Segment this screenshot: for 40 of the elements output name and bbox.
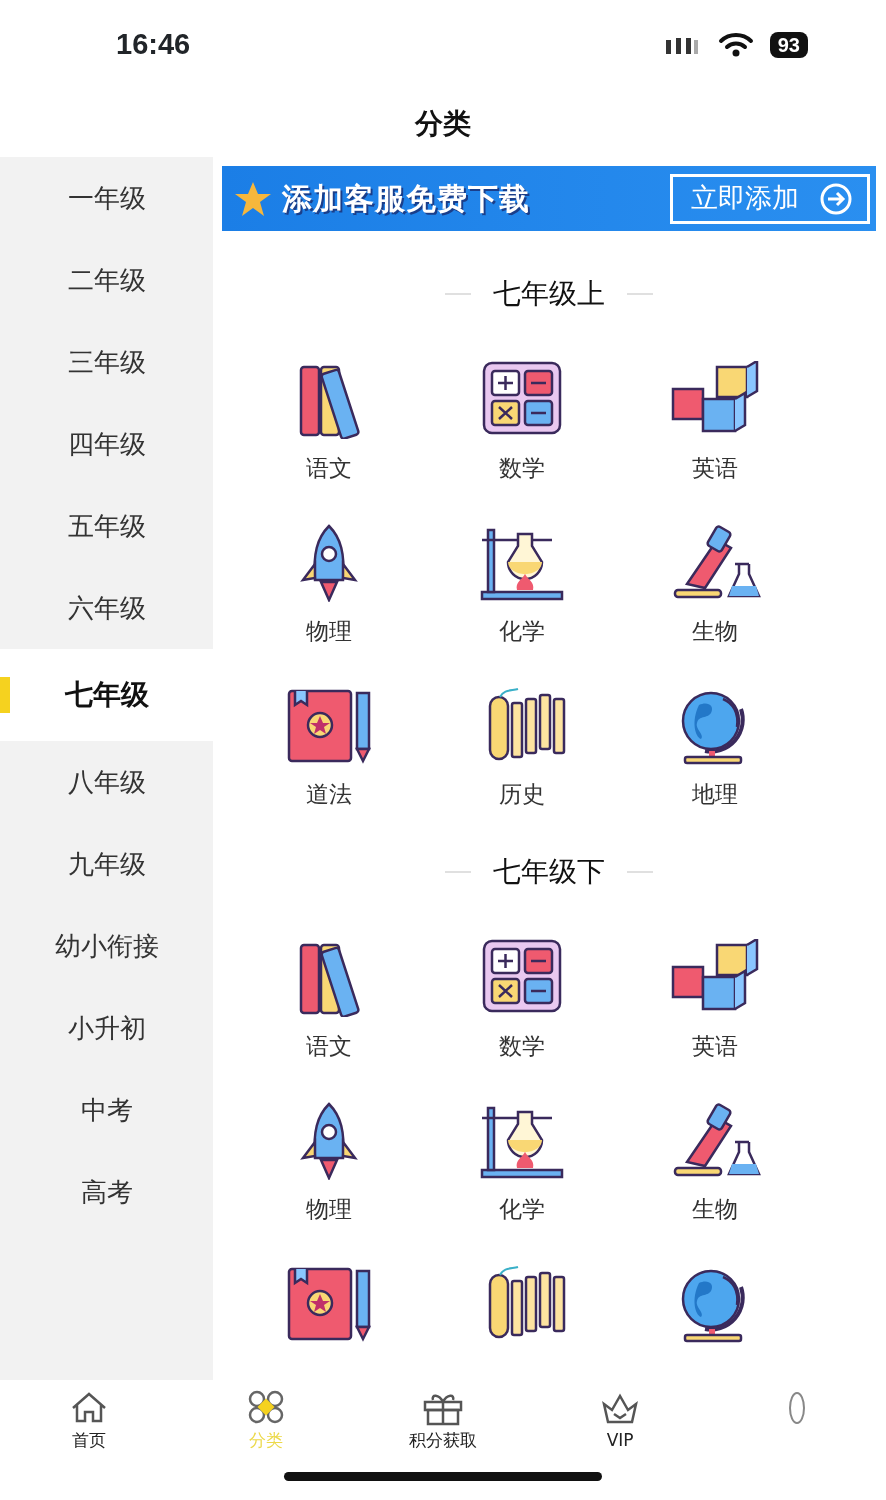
subject-label[interactable]: 语文 xyxy=(305,453,352,483)
subject-label[interactable]: 历史 xyxy=(498,779,545,809)
subject-label[interactable]: 物理 xyxy=(305,616,352,646)
grade-item[interactable]: 一年级 xyxy=(0,157,213,239)
star-icon xyxy=(234,180,272,217)
subject-label[interactable]: 数学 xyxy=(498,453,545,483)
grade-item[interactable]: 四年级 xyxy=(0,403,213,485)
grade-item[interactable]: 幼小衔接 xyxy=(0,905,213,987)
subject-label[interactable]: 物理 xyxy=(305,1194,352,1224)
grade-item[interactable]: 中考 xyxy=(0,1069,213,1151)
subject-label[interactable]: 化学 xyxy=(498,616,545,646)
subject-label[interactable]: 生物 xyxy=(691,1194,738,1224)
grade-item[interactable]: 八年级 xyxy=(0,741,213,823)
subject-label[interactable]: 数学 xyxy=(498,1031,545,1061)
section-heading: 七年级下 xyxy=(493,854,605,890)
arrow-circle-icon xyxy=(819,181,853,216)
grade-item[interactable]: 高考 xyxy=(0,1151,213,1233)
grade-item[interactable]: 三年级 xyxy=(0,321,213,403)
grade-item[interactable]: 七年级 xyxy=(0,649,213,741)
battery-level: 93 xyxy=(769,32,808,58)
grade-item[interactable]: 九年级 xyxy=(0,823,213,905)
subject-label[interactable]: 英语 xyxy=(691,453,738,483)
section-heading: 七年级上 xyxy=(493,276,605,312)
page-title: 分类 xyxy=(415,105,471,142)
clock-time: 16:46 xyxy=(116,27,191,63)
grade-item[interactable]: 小升初 xyxy=(0,987,213,1069)
wifi-icon xyxy=(717,32,754,58)
subject-label[interactable]: 地理 xyxy=(691,779,738,809)
subject-label[interactable]: 英语 xyxy=(691,1031,738,1061)
grade-item[interactable]: 六年级 xyxy=(0,567,213,649)
tab-item[interactable]: 积分获取 xyxy=(354,1380,532,1464)
grade-item[interactable]: 二年级 xyxy=(0,239,213,321)
subject-label[interactable]: 语文 xyxy=(305,1031,352,1061)
subject-label[interactable]: 化学 xyxy=(498,1194,545,1224)
subject-label[interactable]: 道法 xyxy=(305,779,352,809)
banner-text: 添加客服免费下载 xyxy=(282,180,530,218)
subject-label[interactable]: 生物 xyxy=(691,616,738,646)
tab-item[interactable]: VIP xyxy=(531,1380,709,1464)
tab-item[interactable]: 首页 xyxy=(0,1380,178,1464)
grade-item[interactable]: 五年级 xyxy=(0,485,213,567)
